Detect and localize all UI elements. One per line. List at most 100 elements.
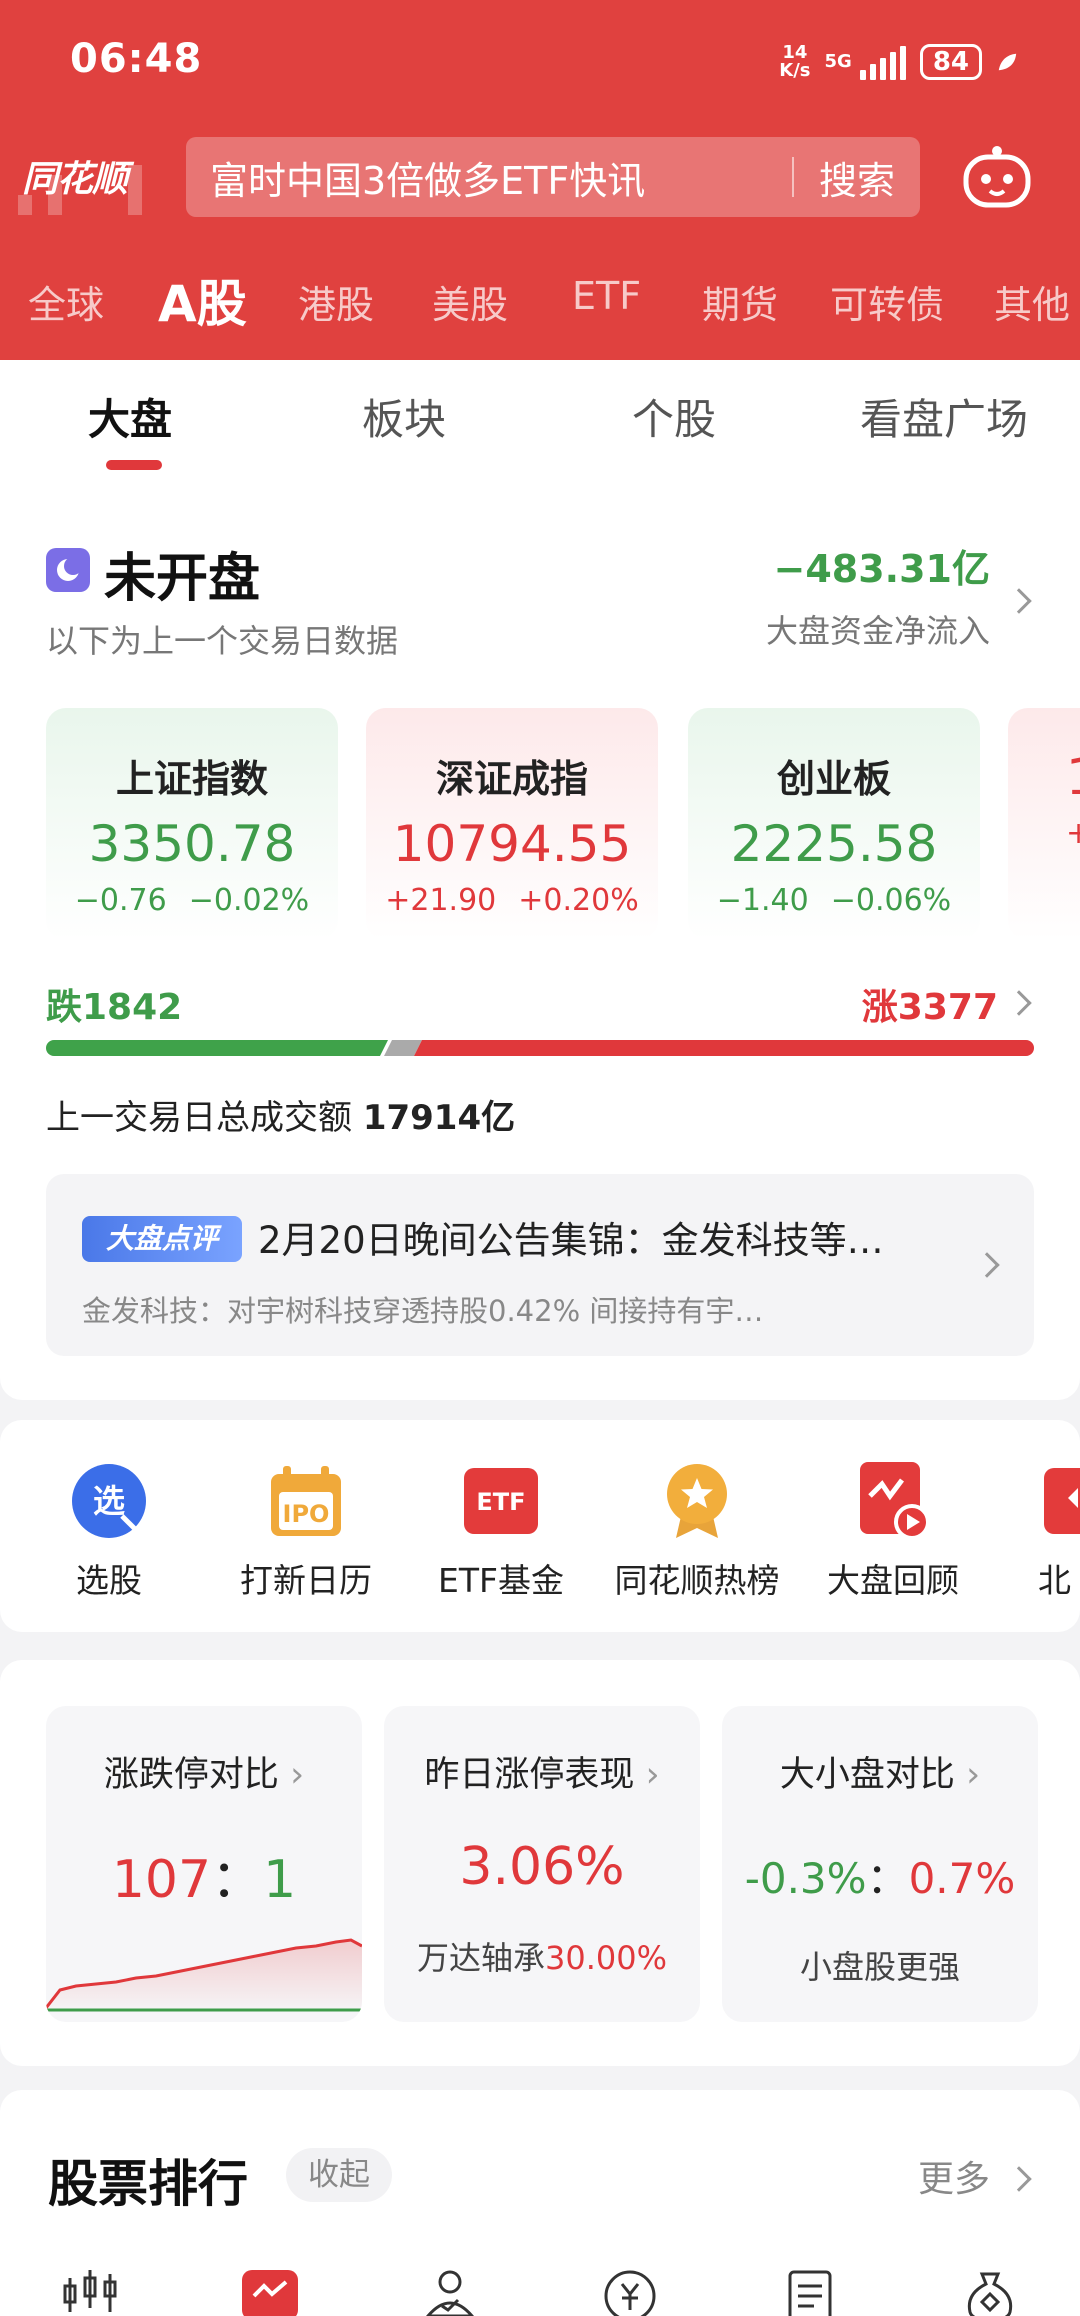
news-item[interactable]: 大盘点评 2月20日晚间公告集锦：金发科技等… 金发科技：对宇树科技穿透持股0.… [46, 1174, 1034, 1356]
index-name: 深证成指 [435, 757, 588, 801]
svg-text:选: 选 [93, 1482, 125, 1520]
large-small-cap-comparison[interactable]: 大小盘对比 › -0.3%：0.7% 小盘股更强 [722, 1706, 1038, 2022]
tab-futures[interactable]: 期货 [702, 274, 778, 329]
tab-convertible[interactable]: 可转债 [830, 274, 944, 329]
collapse-button[interactable]: 收起 [286, 2148, 392, 2202]
search-button[interactable]: 搜索 [794, 150, 920, 205]
ipo-calendar-icon: IPO [271, 1466, 341, 1536]
svg-text:IPO: IPO [283, 1500, 330, 1528]
tab-global[interactable]: 全球 [28, 274, 104, 329]
market-status: 未开盘 [104, 549, 261, 609]
stock-ranking-card: 股票排行 收起 更多 [0, 2090, 1080, 2240]
index-value: 10794.55 [392, 815, 632, 873]
stock-picker-icon: 选 [72, 1464, 146, 1538]
market-note: 以下为上一个交易日数据 [46, 622, 399, 660]
index-card-partial[interactable]: 1 +1 [1008, 708, 1080, 940]
limit-trend-sparkline [46, 1938, 362, 2012]
candlestick-icon[interactable] [60, 2262, 120, 2316]
stat-title: 大小盘对比 › [779, 1755, 981, 1795]
search-bar[interactable]: 富时中国3倍做多ETF快讯 搜索 [186, 137, 920, 217]
rise-fall-bar [46, 1040, 1034, 1056]
shortcut-etf-fund[interactable]: ETF ETF基金 [401, 1462, 601, 1602]
document-icon[interactable] [780, 2262, 840, 2316]
shortcut-market-review[interactable]: 大盘回顾 [793, 1462, 993, 1602]
tab-hk[interactable]: 港股 [298, 274, 374, 329]
tab-us[interactable]: 美股 [432, 274, 508, 329]
market-tabs: 全球 A股 港股 美股 ETF 期货 可转债 其他 [0, 262, 1080, 342]
shortcut-label: 打新日历 [240, 1561, 372, 1600]
index-name: 创业板 [776, 757, 891, 801]
tab-stocks[interactable]: 个股 [632, 386, 716, 447]
chevron-right-icon[interactable] [1006, 588, 1032, 614]
limit-ratio-value: 107：1 [111, 1850, 297, 1910]
shortcut-label: 大盘回顾 [827, 1561, 959, 1600]
trend-chart-icon[interactable] [240, 2262, 300, 2316]
top-stock: 万达轴承30.00% [416, 1939, 668, 1977]
moon-icon [46, 548, 90, 592]
network-type: 5G [824, 51, 852, 72]
tab-etf[interactable]: ETF [572, 274, 641, 318]
news-desc: 金发科技：对宇树科技穿透持股0.42% 间接持有宇… [82, 1294, 764, 1328]
market-review-icon [860, 1462, 930, 1540]
stat-title: 涨跌停对比 › [103, 1755, 305, 1795]
search-input[interactable]: 富时中国3倍做多ETF快讯 [186, 150, 792, 205]
bottom-nav [0, 2240, 1080, 2316]
partial-shortcut-icon [1044, 1468, 1080, 1534]
index-change: +21.90 +0.20% [385, 883, 639, 918]
status-icons: 14 K/s 5G 84 [779, 40, 1018, 84]
market-review-badge: 大盘点评 [82, 1216, 242, 1262]
signal-icon [859, 44, 906, 80]
news-title[interactable]: 2月20日晚间公告集锦：金发科技等… [258, 1210, 958, 1264]
fall-bar-segment [46, 1040, 388, 1056]
tab-other[interactable]: 其他 [994, 274, 1070, 329]
active-tab-indicator [106, 460, 162, 470]
app-logo[interactable]: 同花顺 [22, 150, 128, 202]
money-bag-icon[interactable] [960, 2262, 1020, 2316]
shortcut-label: ETF基金 [438, 1561, 564, 1600]
index-value: 2225.58 [730, 815, 938, 873]
index-card-shenzhen[interactable]: 深证成指 10794.55 +21.90 +0.20% [366, 708, 658, 940]
limit-up-down-ratio[interactable]: 涨跌停对比 › 107：1 [46, 1706, 362, 2022]
user-check-icon[interactable] [420, 2262, 480, 2316]
index-card-shanghai[interactable]: 上证指数 3350.78 −0.76 −0.02% [46, 708, 338, 940]
net-inflow-label[interactable]: 大盘资金净流入 [766, 606, 990, 652]
index-value: 3350.78 [88, 815, 296, 873]
leaf-icon [998, 53, 1017, 71]
chevron-right-icon[interactable] [1006, 990, 1032, 1016]
chevron-right-icon[interactable] [974, 1252, 1000, 1278]
shortcut-label: 选股 [76, 1561, 142, 1600]
turnover-label: 上一交易日总成交额 [46, 1098, 352, 1138]
more-button[interactable]: 更多 [918, 2150, 990, 2202]
fall-count[interactable]: 跌1842 [46, 978, 182, 1030]
market-card: 未开盘 以下为上一个交易日数据 −483.31亿 大盘资金净流入 上证指数 33… [0, 480, 1080, 1400]
status-time: 06:48 [70, 36, 203, 82]
tab-market-overview[interactable]: 大盘 [88, 386, 172, 447]
tab-a-share[interactable]: A股 [158, 264, 247, 336]
app-header: 06:48 14 K/s 5G 84 同花顺 富时中国3倍做多ETF快讯 搜索 … [0, 0, 1080, 360]
yuan-coin-icon[interactable] [600, 2262, 660, 2316]
shortcut-stock-picker[interactable]: 选 选股 [9, 1462, 209, 1602]
index-cards: 上证指数 3350.78 −0.76 −0.02% 深证成指 10794.55 +… [0, 708, 1080, 948]
tab-watch-square[interactable]: 看盘广场 [860, 386, 1028, 447]
shortcut-partial[interactable]: 北 [998, 1462, 1080, 1602]
shortcuts-card: 选 选股 IPO 打新日历 ETF ETF基金 同花顺热榜 大盘回顾 北 [0, 1420, 1080, 1632]
index-change: −0.76 −0.02% [74, 883, 310, 918]
medal-icon [667, 1464, 727, 1538]
robot-assistant-icon[interactable] [962, 145, 1032, 211]
shortcut-hot-list[interactable]: 同花顺热榜 [597, 1462, 797, 1602]
stat-title: 昨日涨停表现 › [424, 1755, 660, 1795]
shortcut-label: 北 [1038, 1561, 1071, 1600]
rise-bar-segment [414, 1040, 1034, 1056]
rank-title: 股票排行 [48, 2155, 248, 2213]
chevron-right-icon[interactable] [1006, 2166, 1032, 2192]
shortcut-ipo-calendar[interactable]: IPO 打新日历 [206, 1462, 406, 1602]
status-bar: 06:48 14 K/s 5G 84 [0, 0, 1080, 120]
index-card-chinext[interactable]: 创业板 2225.58 −1.40 −0.06% [688, 708, 980, 940]
yesterday-limit-performance[interactable]: 昨日涨停表现 › 3.06% 万达轴承30.00% [384, 1706, 700, 2022]
net-inflow-value[interactable]: −483.31亿 [774, 538, 990, 593]
battery-icon: 84 [919, 44, 982, 80]
limit-performance-value: 3.06% [459, 1837, 625, 1897]
turnover: 上一交易日总成交额 17914亿 [46, 1090, 515, 1139]
tab-sectors[interactable]: 板块 [362, 386, 446, 447]
rise-count[interactable]: 涨3377 [862, 978, 998, 1030]
